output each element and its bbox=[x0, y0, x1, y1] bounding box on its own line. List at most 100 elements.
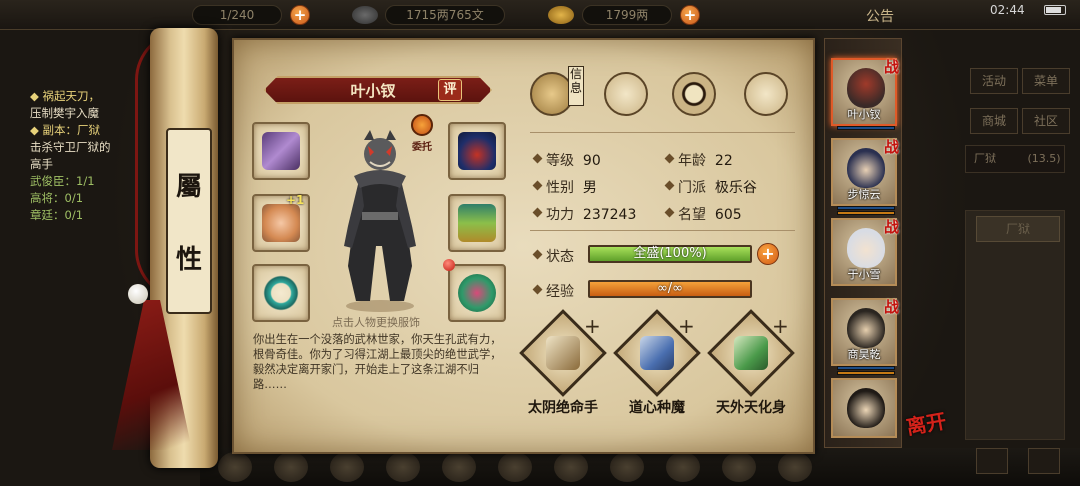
level-stat: 等级 90 bbox=[546, 150, 601, 170]
exp-label: 经验 bbox=[546, 284, 574, 300]
map-scroll-icon[interactable] bbox=[604, 72, 648, 116]
change-outfit-hint: 点击人物更换服饰 bbox=[332, 316, 420, 329]
exp-value: ∞/∞ bbox=[656, 281, 684, 296]
jade-ring-icon bbox=[262, 274, 300, 312]
yuanbao-value: 1799两 bbox=[605, 8, 649, 22]
bottom-right-button[interactable] bbox=[976, 448, 1008, 474]
bottom-menu-icon[interactable] bbox=[498, 452, 532, 482]
member-mp-bar bbox=[837, 211, 895, 215]
party-member-name: 叶小钗 bbox=[847, 108, 881, 121]
sect-stat: 门派 极乐谷 bbox=[678, 177, 757, 197]
bottom-menu-icon[interactable] bbox=[554, 452, 588, 482]
fame-value: 605 bbox=[714, 207, 742, 223]
yuanbao-field: 1799两 bbox=[582, 5, 672, 25]
bottom-menu-icon[interactable] bbox=[386, 452, 420, 482]
bottom-menu-icon[interactable] bbox=[722, 452, 756, 482]
scroll-label-char: 性 bbox=[175, 245, 202, 275]
gender-label: 性别 bbox=[546, 180, 574, 196]
green-scroll-icon bbox=[734, 336, 768, 370]
location-count: (13.5) bbox=[1027, 152, 1061, 165]
silver-coin-icon bbox=[352, 6, 378, 24]
blue-scroll-icon bbox=[640, 336, 674, 370]
skill-add-icon[interactable]: + bbox=[584, 314, 601, 338]
top-resource-bar: 1/240 + 1715两765文 1799两 + 公告 02:44 bbox=[0, 0, 1080, 30]
member-hp-bar bbox=[837, 366, 895, 370]
party-member[interactable] bbox=[831, 378, 897, 438]
restore-status-button[interactable]: + bbox=[757, 243, 779, 265]
skill-add-icon[interactable]: + bbox=[678, 314, 695, 338]
community-button[interactable]: 社区 bbox=[1022, 108, 1070, 134]
in-battle-badge: 战 bbox=[883, 58, 899, 76]
shop-button[interactable]: 商城 bbox=[970, 108, 1018, 134]
armor-icon bbox=[458, 204, 496, 242]
bagua-icon[interactable] bbox=[672, 72, 716, 116]
bag-slots-value: 1/240 bbox=[219, 8, 255, 22]
add-slots-button[interactable]: + bbox=[290, 5, 310, 25]
fame-stat: 名望 605 bbox=[678, 204, 742, 224]
bottom-menu-icon[interactable] bbox=[274, 452, 308, 482]
divider bbox=[530, 230, 795, 231]
character-name: 叶小钗 bbox=[350, 82, 396, 100]
party-member[interactable]: 战 叶小钗 bbox=[831, 58, 899, 130]
jade-beast-icon bbox=[458, 274, 496, 312]
location-list-item[interactable]: 厂狱 bbox=[976, 216, 1060, 242]
member-hp-bar bbox=[837, 206, 895, 210]
equip-slot-ring[interactable] bbox=[252, 264, 310, 322]
enhance-level-badge: +1 bbox=[286, 193, 305, 207]
meridian-body-icon[interactable] bbox=[744, 72, 788, 116]
info-tab-label[interactable]: 信息 bbox=[568, 66, 584, 106]
status-value: 全盛(100%) bbox=[633, 246, 707, 261]
character-portrait[interactable] bbox=[330, 116, 430, 316]
avatar bbox=[847, 308, 885, 348]
age-stat: 年龄 22 bbox=[678, 150, 733, 170]
bottom-menu-icon[interactable] bbox=[778, 452, 812, 482]
location-list-panel bbox=[965, 210, 1065, 440]
skill-name: 天外天化身 bbox=[716, 400, 786, 416]
in-battle-badge: 战 bbox=[883, 138, 899, 156]
bottom-menu-icon[interactable] bbox=[610, 452, 644, 482]
bottom-menu-icon[interactable] bbox=[666, 452, 700, 482]
rate-button[interactable]: 评 bbox=[438, 79, 462, 101]
equip-slot-talisman[interactable] bbox=[448, 264, 506, 322]
activity-button[interactable]: 活动 bbox=[970, 68, 1018, 94]
party-member[interactable]: 战 步惊云 bbox=[831, 138, 899, 215]
level-label: 等级 bbox=[546, 153, 574, 169]
avatar bbox=[847, 228, 885, 268]
scroll-label-char: 屬 bbox=[175, 172, 202, 202]
skill-add-icon[interactable]: + bbox=[772, 314, 789, 338]
equip-slot-armor[interactable] bbox=[448, 194, 506, 252]
flower-accessory-icon bbox=[262, 204, 300, 242]
notification-dot bbox=[443, 259, 455, 271]
gloves-icon bbox=[262, 132, 300, 170]
party-member[interactable]: 战 商昊乾 bbox=[831, 298, 899, 375]
bag-slots-field: 1/240 bbox=[192, 5, 282, 25]
member-mp-bar bbox=[837, 371, 895, 375]
party-member[interactable]: 战 于小雪 bbox=[831, 218, 899, 286]
bottom-menu-icon[interactable] bbox=[218, 452, 252, 482]
party-member-name: 商昊乾 bbox=[847, 348, 881, 361]
status-clock: 02:44 bbox=[990, 3, 1025, 17]
yuanbao-icon bbox=[548, 6, 574, 24]
book-icon bbox=[546, 336, 580, 370]
status-bar: 全盛(100%) bbox=[588, 245, 752, 263]
bottom-menu-icon[interactable] bbox=[330, 452, 364, 482]
character-biography: 你出生在一个没落的武林世家，你天生孔武有力，根骨奇佳。你为了习得江湖上最顶尖的绝… bbox=[253, 333, 502, 391]
equip-slot-gloves[interactable] bbox=[252, 122, 310, 180]
power-value: 237243 bbox=[582, 207, 637, 223]
money-field: 1715两765文 bbox=[385, 5, 505, 25]
announcement-button[interactable]: 公告 bbox=[866, 6, 894, 26]
party-member-name: 于小雪 bbox=[847, 268, 881, 281]
bottom-menu-icon[interactable] bbox=[442, 452, 476, 482]
gender-stat: 性别 男 bbox=[546, 177, 597, 197]
equip-slot-helmet[interactable] bbox=[448, 122, 506, 180]
battery-icon bbox=[1044, 5, 1066, 15]
bottom-right-button[interactable] bbox=[1028, 448, 1060, 474]
power-label: 功力 bbox=[546, 207, 574, 223]
in-battle-badge: 战 bbox=[883, 298, 899, 316]
location-panel[interactable]: 厂狱 (13.5) bbox=[965, 145, 1065, 173]
menu-button[interactable]: 菜单 bbox=[1022, 68, 1070, 94]
member-hp-bar bbox=[837, 126, 895, 130]
sect-label: 门派 bbox=[678, 180, 706, 196]
money-value: 1715两765文 bbox=[406, 8, 484, 22]
add-yuanbao-button[interactable]: + bbox=[680, 5, 700, 25]
